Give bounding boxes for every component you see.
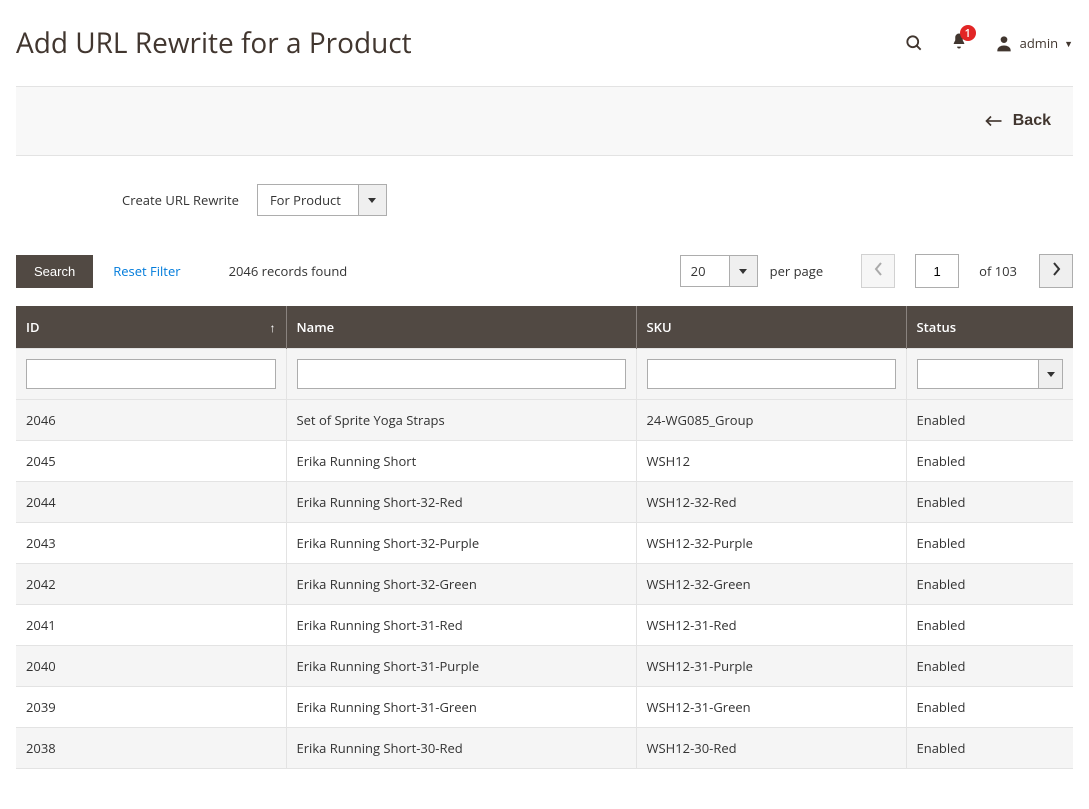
- cell-status: Enabled: [906, 400, 1073, 441]
- column-header-id-label: ID: [26, 318, 40, 336]
- cell-id: 2045: [16, 441, 286, 482]
- chevron-right-icon: [1052, 262, 1061, 280]
- cell-name: Erika Running Short-30-Red: [286, 728, 636, 769]
- chevron-down-icon: [1038, 360, 1062, 388]
- chevron-down-icon: [358, 185, 386, 215]
- admin-user-menu[interactable]: admin ▼: [994, 33, 1073, 53]
- per-page-label: per page: [770, 262, 823, 280]
- cell-name: Erika Running Short-31-Red: [286, 605, 636, 646]
- grid-toolbar: Search Reset Filter 2046 records found 2…: [16, 254, 1073, 288]
- page-title: Add URL Rewrite for a Product: [16, 24, 904, 62]
- column-header-id[interactable]: ID ↑: [16, 306, 286, 349]
- cell-id: 2038: [16, 728, 286, 769]
- create-rewrite-label: Create URL Rewrite: [122, 191, 239, 209]
- reset-filter-link[interactable]: Reset Filter: [113, 262, 180, 280]
- table-row[interactable]: 2045Erika Running ShortWSH12Enabled: [16, 441, 1073, 482]
- filter-row: [16, 349, 1073, 400]
- cell-name: Erika Running Short-31-Green: [286, 687, 636, 728]
- chevron-down-icon: ▼: [1064, 37, 1073, 50]
- sort-ascending-icon: ↑: [270, 319, 276, 336]
- filter-sku-input[interactable]: [647, 359, 896, 389]
- cell-id: 2044: [16, 482, 286, 523]
- cell-name: Erika Running Short-32-Green: [286, 564, 636, 605]
- cell-name: Erika Running Short-32-Red: [286, 482, 636, 523]
- filter-id-input[interactable]: [26, 359, 276, 389]
- table-row[interactable]: 2043Erika Running Short-32-PurpleWSH12-3…: [16, 523, 1073, 564]
- column-header-sku[interactable]: SKU: [636, 306, 906, 349]
- column-header-sku-label: SKU: [647, 318, 672, 336]
- create-rewrite-row: Create URL Rewrite For Product: [16, 184, 1073, 254]
- cell-id: 2040: [16, 646, 286, 687]
- cell-sku: WSH12-31-Green: [636, 687, 906, 728]
- chevron-left-icon: [874, 262, 883, 280]
- back-button[interactable]: Back: [979, 111, 1057, 131]
- pager-total-pages-label: of 103: [979, 262, 1017, 280]
- chevron-down-icon: [729, 256, 757, 286]
- user-icon: [994, 33, 1014, 53]
- admin-user-label: admin: [1020, 34, 1058, 52]
- cell-status: Enabled: [906, 605, 1073, 646]
- cell-id: 2039: [16, 687, 286, 728]
- cell-status: Enabled: [906, 646, 1073, 687]
- cell-name: Erika Running Short-31-Purple: [286, 646, 636, 687]
- action-bar: Back: [16, 86, 1073, 156]
- table-row[interactable]: 2039Erika Running Short-31-GreenWSH12-31…: [16, 687, 1073, 728]
- table-row[interactable]: 2046Set of Sprite Yoga Straps24-WG085_Gr…: [16, 400, 1073, 441]
- per-page-value: 20: [681, 256, 729, 286]
- notifications-button[interactable]: 1: [950, 31, 968, 55]
- cell-sku: WSH12-31-Red: [636, 605, 906, 646]
- filter-status-select[interactable]: [917, 359, 1064, 389]
- cell-sku: WSH12-32-Red: [636, 482, 906, 523]
- arrow-left-icon: [985, 114, 1003, 128]
- cell-status: Enabled: [906, 728, 1073, 769]
- notifications-count-badge: 1: [960, 25, 976, 41]
- table-row[interactable]: 2041Erika Running Short-31-RedWSH12-31-R…: [16, 605, 1073, 646]
- column-header-status[interactable]: Status: [906, 306, 1073, 349]
- cell-name: Set of Sprite Yoga Straps: [286, 400, 636, 441]
- cell-id: 2042: [16, 564, 286, 605]
- cell-status: Enabled: [906, 687, 1073, 728]
- cell-name: Erika Running Short: [286, 441, 636, 482]
- cell-sku: WSH12: [636, 441, 906, 482]
- table-row[interactable]: 2044Erika Running Short-32-RedWSH12-32-R…: [16, 482, 1073, 523]
- cell-id: 2043: [16, 523, 286, 564]
- cell-status: Enabled: [906, 564, 1073, 605]
- back-button-label: Back: [1013, 112, 1051, 130]
- table-row[interactable]: 2040Erika Running Short-31-PurpleWSH12-3…: [16, 646, 1073, 687]
- cell-status: Enabled: [906, 441, 1073, 482]
- page-header: Add URL Rewrite for a Product 1 admin ▼: [16, 0, 1073, 86]
- cell-id: 2041: [16, 605, 286, 646]
- records-found-label: 2046 records found: [229, 262, 348, 280]
- filter-name-input[interactable]: [297, 359, 626, 389]
- pager-next-button[interactable]: [1039, 254, 1073, 288]
- cell-sku: WSH12-32-Purple: [636, 523, 906, 564]
- pager-prev-button[interactable]: [861, 254, 895, 288]
- per-page-select[interactable]: 20: [680, 255, 758, 287]
- cell-sku: WSH12-30-Red: [636, 728, 906, 769]
- table-row[interactable]: 2038Erika Running Short-30-RedWSH12-30-R…: [16, 728, 1073, 769]
- create-rewrite-select[interactable]: For Product: [257, 184, 387, 216]
- search-button[interactable]: Search: [16, 255, 93, 288]
- cell-id: 2046: [16, 400, 286, 441]
- column-header-name[interactable]: Name: [286, 306, 636, 349]
- column-header-status-label: Status: [917, 318, 957, 336]
- cell-status: Enabled: [906, 523, 1073, 564]
- cell-status: Enabled: [906, 482, 1073, 523]
- cell-sku: 24-WG085_Group: [636, 400, 906, 441]
- cell-sku: WSH12-32-Green: [636, 564, 906, 605]
- cell-sku: WSH12-31-Purple: [636, 646, 906, 687]
- pager-current-page-input[interactable]: [915, 254, 959, 288]
- search-icon[interactable]: [904, 33, 924, 53]
- cell-name: Erika Running Short-32-Purple: [286, 523, 636, 564]
- column-header-name-label: Name: [297, 318, 335, 336]
- create-rewrite-select-value: For Product: [258, 185, 358, 215]
- products-table: ID ↑ Name SKU Status: [16, 306, 1073, 769]
- table-row[interactable]: 2042Erika Running Short-32-GreenWSH12-32…: [16, 564, 1073, 605]
